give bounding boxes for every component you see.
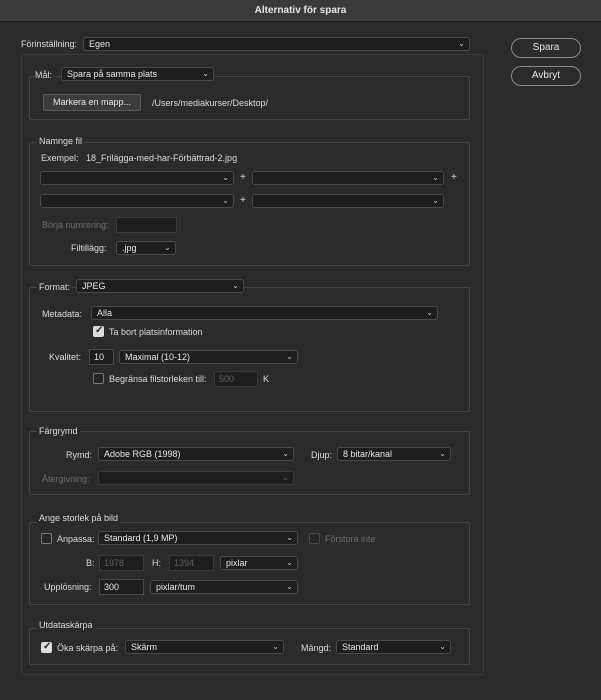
start-numbering-label: Börja numrering: xyxy=(42,220,109,230)
sharpening-header: Utdataskärpa xyxy=(37,620,95,630)
limit-size-label: Begränsa filstorleken till: xyxy=(109,374,207,384)
naming-token-3[interactable]: ⌄ xyxy=(40,194,234,208)
fit-checkbox[interactable] xyxy=(41,533,52,544)
resolution-label: Upplösning: xyxy=(44,582,92,592)
destination-path: /Users/mediakurser/Desktop/ xyxy=(152,98,269,108)
resolution-input[interactable]: 300 xyxy=(99,579,144,595)
fit-value: Standard (1,9 MP) xyxy=(104,533,178,543)
sharpen-label: Öka skärpa på: xyxy=(57,643,119,653)
space-label: Rymd: xyxy=(66,450,93,460)
color-space-group xyxy=(29,431,470,495)
rendering-intent-dropdown[interactable]: ⌄ xyxy=(98,471,294,485)
amount-value: Standard xyxy=(342,642,379,652)
color-space-value: Adobe RGB (1998) xyxy=(104,449,181,459)
depth-label: Djup: xyxy=(311,450,333,460)
height-input[interactable]: 1394 xyxy=(169,555,214,571)
chevron-down-icon: ⌄ xyxy=(439,642,446,651)
chevron-down-icon: ⌄ xyxy=(282,473,289,482)
preset-dropdown[interactable]: Egen ⌄ xyxy=(83,37,470,51)
height-label: H: xyxy=(152,558,161,568)
naming-token-1[interactable]: ⌄ xyxy=(40,171,234,185)
color-space-dropdown[interactable]: Adobe RGB (1998) ⌄ xyxy=(98,447,294,461)
metadata-value: Alla xyxy=(97,308,113,318)
chevron-down-icon: ⌄ xyxy=(286,533,293,542)
save-button[interactable]: Spara xyxy=(511,38,581,58)
remove-location-label: Ta bort platsinformation xyxy=(109,327,203,337)
naming-token-4[interactable]: ⌄ xyxy=(252,194,444,208)
chevron-down-icon: ⌄ xyxy=(164,243,171,252)
sharpen-for-dropdown[interactable]: Skärm ⌄ xyxy=(125,640,284,654)
size-unit-dropdown[interactable]: pixlar ⌄ xyxy=(220,556,298,570)
extension-dropdown[interactable]: .jpg ⌄ xyxy=(116,241,176,255)
window-title: Alternativ för spara xyxy=(0,0,601,22)
metadata-label: Metadata: xyxy=(42,309,83,319)
extension-value: .jpg xyxy=(122,243,137,253)
sharpen-for-value: Skärm xyxy=(131,642,158,652)
amount-dropdown[interactable]: Standard ⌄ xyxy=(336,640,451,654)
chevron-down-icon: ⌄ xyxy=(286,352,293,361)
naming-token-2[interactable]: ⌄ xyxy=(252,171,444,185)
quality-label: Kvalitet: xyxy=(49,352,82,362)
image-size-header: Ange storlek på bild xyxy=(37,513,121,523)
bit-depth-value: 8 bitar/kanal xyxy=(343,449,393,459)
chevron-down-icon: ⌄ xyxy=(202,69,209,78)
resolution-unit-value: pixlar/tum xyxy=(156,582,196,592)
width-input[interactable]: 1978 xyxy=(99,555,144,571)
metadata-dropdown[interactable]: Alla ⌄ xyxy=(91,306,438,320)
extension-label: Filtillägg: xyxy=(71,243,107,253)
chevron-down-icon: ⌄ xyxy=(282,449,289,458)
cancel-button[interactable]: Avbryt xyxy=(511,66,581,86)
chevron-down-icon: ⌄ xyxy=(432,196,439,205)
select-folder-button[interactable]: Markera en mapp... xyxy=(43,94,141,111)
destination-dropdown[interactable]: Spara på samma plats ⌄ xyxy=(61,67,214,81)
chevron-down-icon: ⌄ xyxy=(439,449,446,458)
amount-label: Mängd: xyxy=(301,643,332,653)
limit-size-input[interactable]: 500 xyxy=(214,371,258,387)
plus-sign: + xyxy=(240,172,246,183)
plus-sign: + xyxy=(451,172,457,183)
width-label: B: xyxy=(86,558,95,568)
color-space-header: Färgrymd xyxy=(37,426,80,436)
destination-label: Mål: xyxy=(35,70,55,80)
no-enlarge-checkbox[interactable] xyxy=(309,533,320,544)
naming-header: Namnge fil xyxy=(37,136,85,146)
chevron-down-icon: ⌄ xyxy=(272,642,279,651)
format-value: JPEG xyxy=(82,281,106,291)
remove-location-checkbox[interactable] xyxy=(93,325,104,337)
start-numbering-input[interactable] xyxy=(116,217,177,233)
size-unit-value: pixlar xyxy=(226,558,248,568)
example-value: 18_Frilägga-med-har-Förbättrad-2.jpg xyxy=(86,153,238,163)
resolution-unit-dropdown[interactable]: pixlar/tum ⌄ xyxy=(150,580,298,594)
format-dropdown[interactable]: JPEG ⌄ xyxy=(76,279,244,293)
bit-depth-dropdown[interactable]: 8 bitar/kanal ⌄ xyxy=(337,447,451,461)
plus-sign: + xyxy=(240,195,246,206)
quality-preset-value: Maximal (10-12) xyxy=(125,352,191,362)
quality-input[interactable]: 10 xyxy=(89,349,114,365)
rendering-intent-label: Återgivning: xyxy=(42,474,90,484)
destination-value: Spara på samma plats xyxy=(67,69,158,79)
chevron-down-icon: ⌄ xyxy=(222,196,229,205)
example-label: Exempel: xyxy=(41,153,79,163)
limit-size-unit: K xyxy=(263,374,270,384)
fit-dropdown[interactable]: Standard (1,9 MP) ⌄ xyxy=(98,531,298,545)
chevron-down-icon: ⌄ xyxy=(432,173,439,182)
quality-preset-dropdown[interactable]: Maximal (10-12) ⌄ xyxy=(119,350,298,364)
chevron-down-icon: ⌄ xyxy=(222,173,229,182)
preset-label: Förinställning: xyxy=(21,39,78,49)
fit-label: Anpassa: xyxy=(57,534,95,544)
sharpen-checkbox[interactable] xyxy=(41,641,52,653)
chevron-down-icon: ⌄ xyxy=(458,39,465,48)
chevron-down-icon: ⌄ xyxy=(426,308,433,317)
chevron-down-icon: ⌄ xyxy=(286,558,293,567)
chevron-down-icon: ⌄ xyxy=(232,281,239,290)
limit-size-checkbox[interactable] xyxy=(93,373,104,384)
format-label: Format: xyxy=(37,282,73,292)
chevron-down-icon: ⌄ xyxy=(286,582,293,591)
preset-value: Egen xyxy=(89,39,111,49)
no-enlarge-label: Förstora inte xyxy=(325,534,376,544)
